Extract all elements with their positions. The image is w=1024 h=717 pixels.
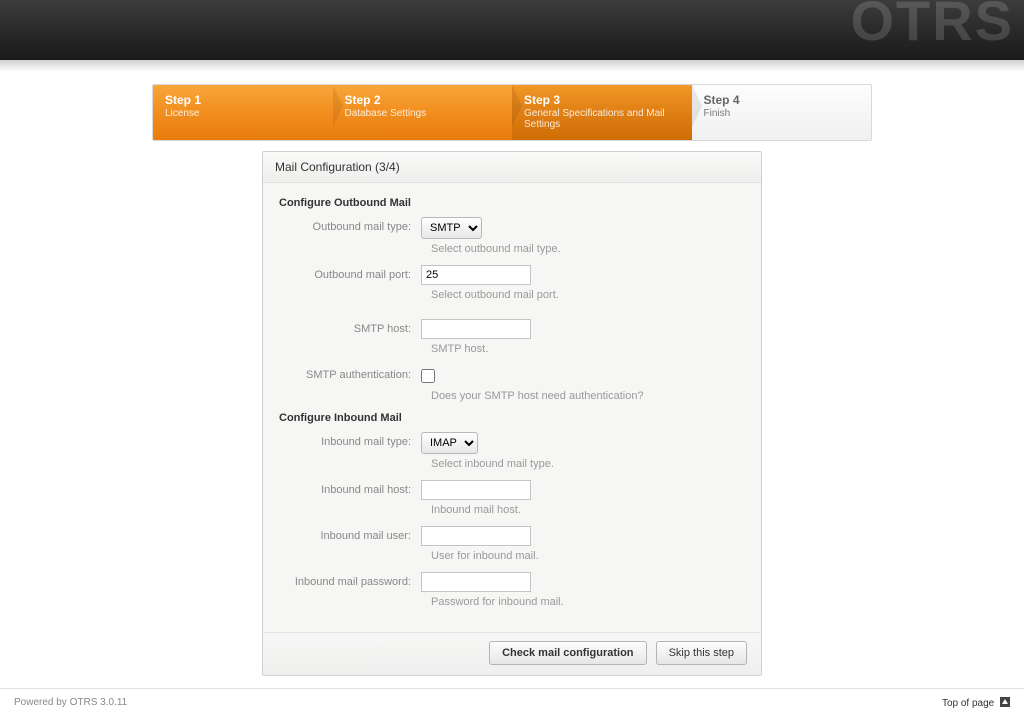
hint-smtp-auth: Does your SMTP host need authentication? — [431, 390, 745, 402]
step-title: Step 1 — [165, 93, 321, 107]
panel-actions: Check mail configuration Skip this step — [263, 632, 761, 675]
step-subtitle: License — [165, 108, 321, 119]
step-subtitle: General Specifications and Mail Settings — [524, 108, 680, 130]
hint-outbound-port: Select outbound mail port. — [431, 289, 745, 301]
smtp-host-input[interactable] — [421, 319, 531, 339]
field-label: Inbound mail host: — [279, 480, 421, 496]
outbound-mail-port-input[interactable] — [421, 265, 531, 285]
field-smtp-host: SMTP host: — [279, 319, 745, 339]
section-outbound-title: Configure Outbound Mail — [279, 197, 745, 209]
outbound-mail-type-select[interactable]: SMTP — [421, 217, 482, 239]
field-label: Inbound mail password: — [279, 572, 421, 588]
hint-inbound-pass: Password for inbound mail. — [431, 596, 745, 608]
hint-inbound-type: Select inbound mail type. — [431, 458, 745, 470]
field-outbound-mail-port: Outbound mail port: — [279, 265, 745, 285]
field-label: SMTP host: — [279, 319, 421, 335]
field-inbound-mail-host: Inbound mail host: — [279, 480, 745, 500]
step-title: Step 4 — [704, 93, 860, 107]
inbound-mail-user-input[interactable] — [421, 526, 531, 546]
hint-inbound-host: Inbound mail host. — [431, 504, 745, 516]
step-subtitle: Database Settings — [345, 108, 501, 119]
page-footer: Powered by OTRS 3.0.11 Top of page — [0, 688, 1024, 717]
field-label: Inbound mail user: — [279, 526, 421, 542]
field-outbound-mail-type: Outbound mail type: SMTP — [279, 217, 745, 239]
field-inbound-mail-password: Inbound mail password: — [279, 572, 745, 592]
mail-config-panel: Mail Configuration (3/4) Configure Outbo… — [262, 151, 762, 676]
field-smtp-auth: SMTP authentication: — [279, 365, 745, 386]
panel-title: Mail Configuration (3/4) — [263, 152, 761, 183]
step-title: Step 2 — [345, 93, 501, 107]
step-2[interactable]: Step 2 Database Settings — [333, 85, 513, 140]
step-1[interactable]: Step 1 License — [153, 85, 333, 140]
field-inbound-mail-user: Inbound mail user: — [279, 526, 745, 546]
hint-outbound-type: Select outbound mail type. — [431, 243, 745, 255]
inbound-mail-host-input[interactable] — [421, 480, 531, 500]
field-label: Outbound mail type: — [279, 217, 421, 233]
section-inbound-title: Configure Inbound Mail — [279, 412, 745, 424]
top-of-page-label: Top of page — [942, 698, 994, 709]
step-4: Step 4 Finish — [692, 85, 872, 140]
inbound-mail-type-select[interactable]: IMAP — [421, 432, 478, 454]
powered-by-text: Powered by OTRS 3.0.11 — [14, 697, 127, 709]
logo-text: OTRS — [850, 0, 1014, 53]
step-3[interactable]: Step 3 General Specifications and Mail S… — [512, 85, 692, 140]
field-label: Inbound mail type: — [279, 432, 421, 448]
hint-inbound-user: User for inbound mail. — [431, 550, 745, 562]
field-label: Outbound mail port: — [279, 265, 421, 281]
app-header: OTRS — [0, 0, 1024, 60]
field-label: SMTP authentication: — [279, 365, 421, 381]
wizard-steps: Step 1 License Step 2 Database Settings … — [152, 84, 872, 141]
check-mail-config-button[interactable]: Check mail configuration — [489, 641, 646, 665]
skip-step-button[interactable]: Skip this step — [656, 641, 747, 665]
hint-smtp-host: SMTP host. — [431, 343, 745, 355]
step-title: Step 3 — [524, 93, 680, 107]
smtp-auth-checkbox[interactable] — [421, 369, 435, 383]
field-inbound-mail-type: Inbound mail type: IMAP — [279, 432, 745, 454]
header-shadow — [0, 60, 1024, 72]
inbound-mail-password-input[interactable] — [421, 572, 531, 592]
step-subtitle: Finish — [704, 108, 860, 119]
top-of-page-link[interactable]: Top of page — [942, 697, 1010, 709]
arrow-up-icon — [1000, 697, 1010, 707]
